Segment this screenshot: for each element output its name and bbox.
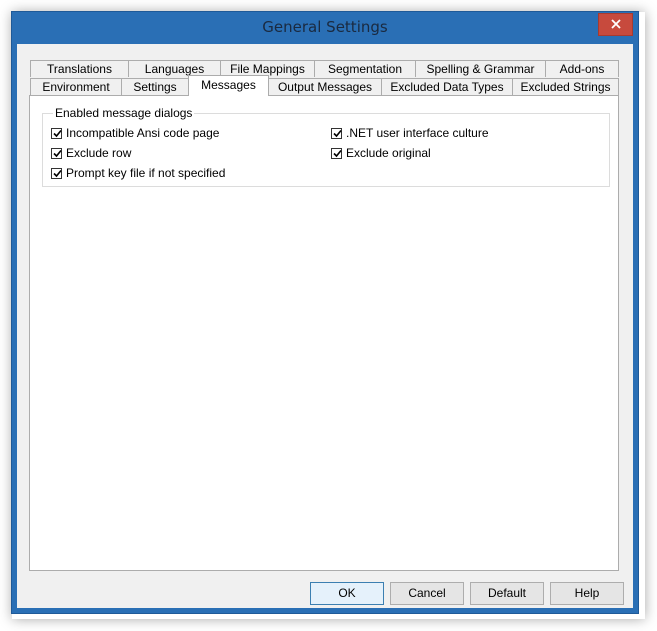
checkbox-checked-icon[interactable]: [51, 127, 62, 139]
tab-environment[interactable]: Environment: [30, 78, 122, 95]
tab-label: Spelling & Grammar: [426, 62, 535, 76]
checkbox-label: Incompatible Ansi code page: [66, 126, 220, 140]
help-button[interactable]: Help: [550, 582, 624, 605]
checkbox-label: Exclude row: [66, 146, 132, 160]
tab-label: Messages: [201, 78, 256, 92]
checkbox-exclude-original[interactable]: Exclude original: [331, 146, 431, 160]
tab-label: Settings: [133, 80, 177, 94]
tab-excluded-data-types[interactable]: Excluded Data Types: [381, 78, 513, 95]
tab-label: Excluded Data Types: [390, 80, 504, 94]
tab-excluded-strings[interactable]: Excluded Strings: [512, 78, 619, 95]
checkbox-label: Exclude original: [346, 146, 431, 160]
enabled-message-dialogs-group: Enabled message dialogs Incompatible Ans…: [42, 106, 610, 187]
checkbox-prompt-key-file[interactable]: Prompt key file if not specified: [51, 166, 225, 180]
messages-tab-panel: Enabled message dialogs Incompatible Ans…: [29, 95, 619, 571]
tab-label: Output Messages: [277, 80, 373, 94]
checkbox-net-ui-culture[interactable]: .NET user interface culture: [331, 126, 489, 140]
tab-spelling-grammar[interactable]: Spelling & Grammar: [415, 60, 546, 77]
checkbox-checked-icon[interactable]: [51, 147, 62, 159]
tab-label: Add-ons: [559, 62, 605, 76]
default-button[interactable]: Default: [470, 582, 544, 605]
group-label: Enabled message dialogs: [53, 106, 195, 120]
window-title: General Settings: [262, 18, 388, 36]
title-bar[interactable]: General Settings: [12, 12, 638, 44]
ok-button[interactable]: OK: [310, 582, 384, 605]
tab-segmentation[interactable]: Segmentation: [314, 60, 416, 77]
close-icon: [610, 18, 621, 32]
tab-messages[interactable]: Messages: [188, 75, 269, 96]
checkbox-label: .NET user interface culture: [346, 126, 489, 140]
tab-label: File Mappings: [230, 62, 305, 76]
checkbox-checked-icon[interactable]: [331, 147, 342, 159]
cancel-button[interactable]: Cancel: [390, 582, 464, 605]
close-button[interactable]: [598, 13, 633, 36]
checkbox-checked-icon[interactable]: [51, 167, 62, 179]
tab-output-messages[interactable]: Output Messages: [268, 78, 382, 95]
tab-label: Excluded Strings: [520, 80, 611, 94]
tab-translations[interactable]: Translations: [30, 60, 129, 77]
dialog-client-area: Translations Languages File Mappings Seg…: [17, 44, 633, 608]
tab-add-ons[interactable]: Add-ons: [545, 60, 619, 77]
tab-settings[interactable]: Settings: [121, 78, 189, 95]
tab-label: Environment: [42, 80, 110, 94]
checkbox-incompatible-ansi[interactable]: Incompatible Ansi code page: [51, 126, 219, 140]
tab-label: Languages: [144, 62, 205, 76]
checkbox-checked-icon[interactable]: [331, 127, 342, 139]
settings-window: General Settings Translations Languages …: [11, 11, 639, 614]
tab-label: Segmentation: [327, 62, 403, 76]
checkbox-label: Prompt key file if not specified: [66, 166, 226, 180]
checkbox-exclude-row[interactable]: Exclude row: [51, 146, 131, 160]
tab-label: Translations: [47, 62, 112, 76]
